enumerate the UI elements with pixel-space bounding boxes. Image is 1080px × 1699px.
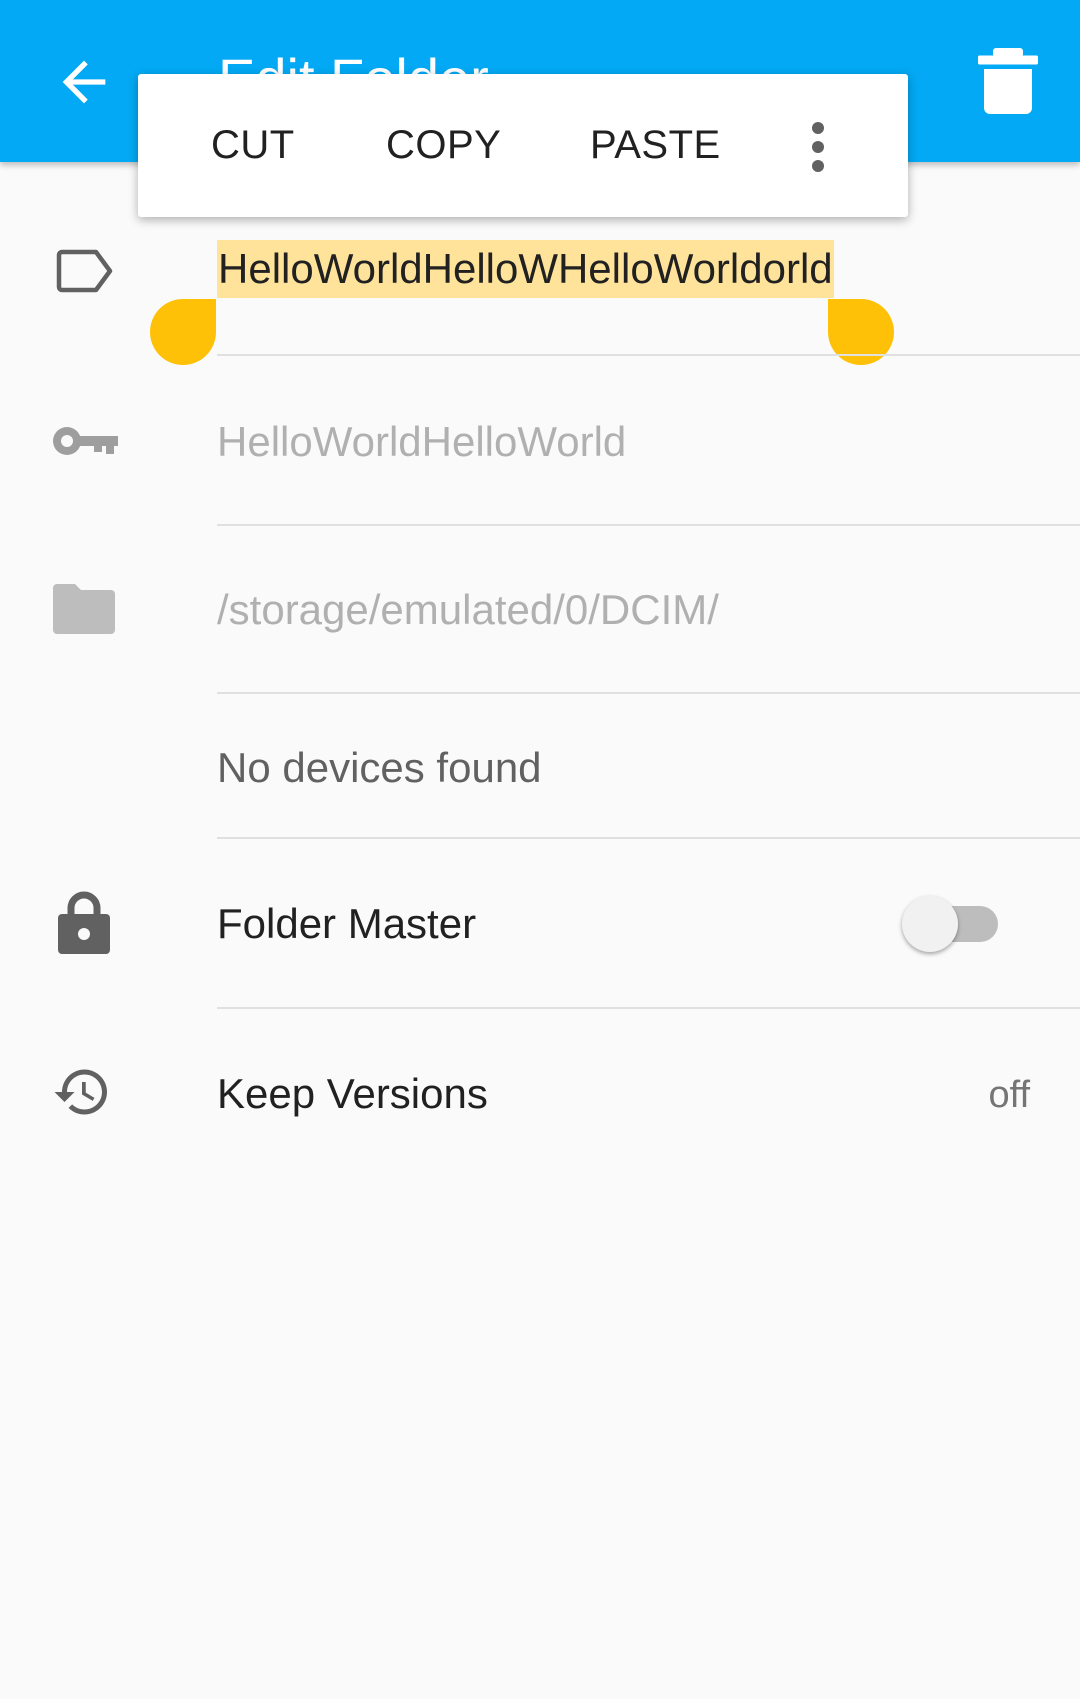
folder-label-input[interactable]: HelloWorldHelloWHelloWorldorld — [217, 240, 834, 298]
label-icon — [56, 249, 113, 293]
divider — [217, 524, 1080, 526]
switch-thumb — [902, 896, 958, 952]
divider — [217, 1007, 1080, 1009]
selection-handle-start[interactable] — [150, 299, 216, 365]
keep-versions-value: off — [988, 1074, 1030, 1116]
folder-master-switch[interactable] — [900, 894, 1000, 954]
key-icon — [53, 427, 118, 455]
folder-icon — [53, 584, 115, 634]
divider — [217, 692, 1080, 694]
history-icon — [54, 1069, 107, 1115]
folder-id-input[interactable]: HelloWorldHelloWorld — [217, 414, 626, 470]
copy-button[interactable]: COPY — [386, 74, 501, 217]
back-arrow-icon[interactable] — [52, 50, 116, 114]
directory-input[interactable]: /storage/emulated/0/DCIM/ — [217, 582, 719, 638]
paste-button[interactable]: PASTE — [590, 74, 721, 217]
text-selection-menu: CUT COPY PASTE — [138, 74, 908, 217]
folder-master-label: Folder Master — [217, 900, 477, 947]
cut-button[interactable]: CUT — [211, 74, 295, 217]
lock-icon — [58, 891, 110, 954]
devices-status-text: No devices found — [217, 744, 542, 791]
keep-versions-label[interactable]: Keep Versions — [217, 1066, 488, 1122]
more-vert-icon[interactable] — [810, 120, 826, 174]
divider — [217, 837, 1080, 839]
divider — [217, 354, 1080, 356]
trash-icon[interactable] — [978, 48, 1038, 114]
